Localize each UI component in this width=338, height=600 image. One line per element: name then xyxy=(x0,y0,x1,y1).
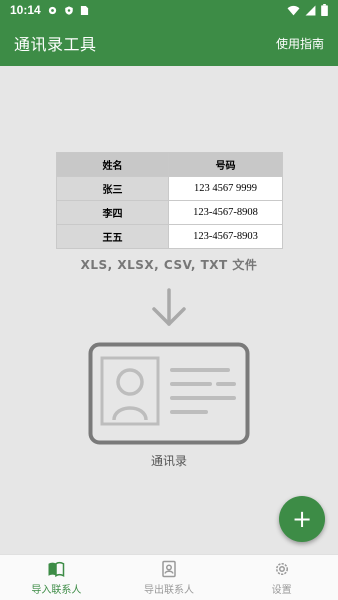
wifi-icon xyxy=(287,5,300,15)
supported-formats-text: XLS, XLSX, CSV, TXT 文件 xyxy=(80,258,258,272)
app-bar: 通讯录工具 使用指南 xyxy=(0,20,338,66)
nav-settings-label: 设置 xyxy=(271,584,292,596)
sample-contact-table: 姓名 号码 张三 123 4567 9999 李四 123-4567-8908 … xyxy=(56,152,283,249)
app-title: 通讯录工具 xyxy=(14,35,97,54)
signal-icon xyxy=(305,5,316,15)
plus-icon: + xyxy=(291,505,313,533)
table-header-name: 姓名 xyxy=(56,152,169,177)
arrow-down-icon xyxy=(152,288,186,326)
table-cell-name: 王五 xyxy=(56,224,169,249)
table-header-phone: 号码 xyxy=(168,152,283,177)
table-cell-phone: 123 4567 9999 xyxy=(168,176,283,201)
sim-card-icon xyxy=(80,5,88,15)
table-cell-phone: 123-4567-8903 xyxy=(168,224,283,249)
shield-status-icon xyxy=(64,5,73,15)
status-bar: 10:14 xyxy=(0,0,338,20)
main-content: 姓名 号码 张三 123 4567 9999 李四 123-4567-8908 … xyxy=(0,66,338,554)
contact-card-icon xyxy=(162,560,176,577)
nav-settings[interactable]: 设置 xyxy=(225,555,338,600)
guide-button[interactable]: 使用指南 xyxy=(276,35,324,52)
table-row: 李四 123-4567-8908 xyxy=(56,200,283,225)
bottom-nav: 导入联系人 导出联系人 设置 xyxy=(0,554,338,600)
table-cell-name: 张三 xyxy=(56,176,169,201)
nav-import-label: 导入联系人 xyxy=(31,584,82,596)
status-time: 10:14 xyxy=(10,3,41,17)
gear-icon xyxy=(275,562,288,575)
gear-status-icon xyxy=(48,6,56,14)
add-button[interactable]: + xyxy=(279,496,325,542)
nav-import-contacts[interactable]: 导入联系人 xyxy=(0,555,113,600)
battery-icon xyxy=(321,4,328,16)
nav-export-contacts[interactable]: 导出联系人 xyxy=(113,555,226,600)
nav-export-label: 导出联系人 xyxy=(144,584,194,596)
table-cell-name: 李四 xyxy=(56,200,169,225)
table-cell-phone: 123-4567-8908 xyxy=(168,200,283,225)
contacts-label: 通讯录 xyxy=(150,454,187,468)
contact-card-illustration-icon xyxy=(88,342,250,445)
table-row: 张三 123 4567 9999 xyxy=(56,176,283,201)
table-row: 王五 123-4567-8903 xyxy=(56,224,283,249)
book-icon xyxy=(48,561,65,577)
table-header-row: 姓名 号码 xyxy=(56,152,283,177)
